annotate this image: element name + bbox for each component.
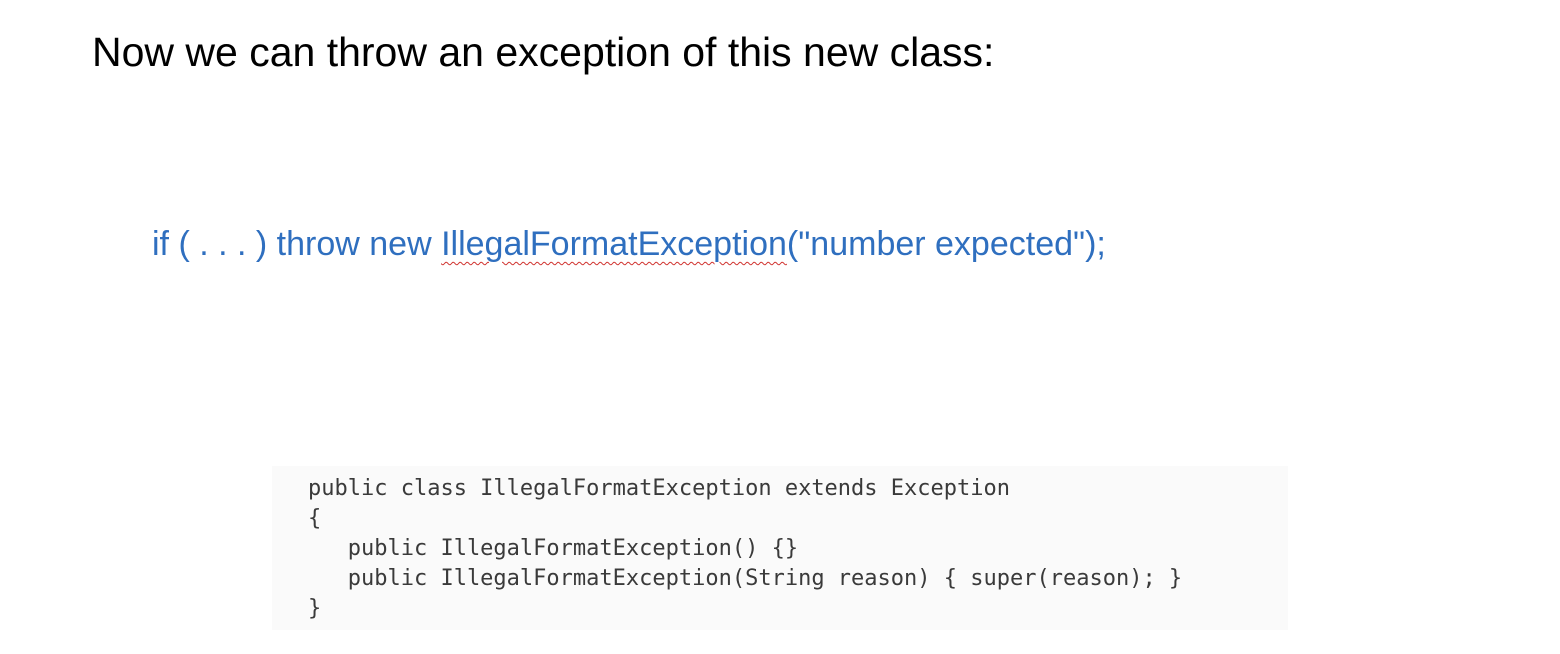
code-text: public class IllegalFormatException exte…	[308, 474, 1182, 624]
slide-title: Now we can throw an exception of this ne…	[92, 29, 995, 75]
statement-prefix: if ( . . . ) throw new	[152, 225, 442, 263]
code-line-5: }	[308, 596, 322, 621]
statement-class-name: IllegalFormatException	[441, 225, 787, 263]
code-line-4: public IllegalFormatException(String rea…	[308, 566, 1183, 591]
throw-statement: if ( . . . ) throw new IllegalFormatExce…	[152, 220, 1106, 268]
code-line-2: {	[308, 506, 322, 531]
code-line-3: public IllegalFormatException() {}	[308, 536, 799, 561]
code-snippet: public class IllegalFormatException exte…	[272, 466, 1288, 630]
statement-suffix: ("number expected");	[786, 225, 1106, 263]
code-line-1: public class IllegalFormatException exte…	[308, 476, 1010, 501]
